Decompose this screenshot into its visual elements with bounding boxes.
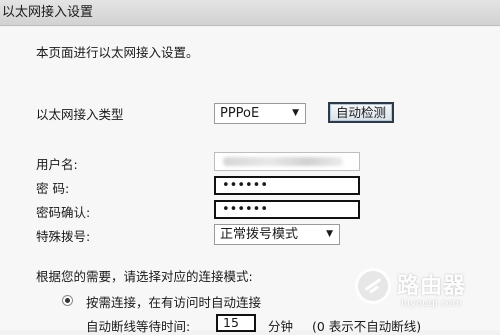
special-dial-value: 正常拨号模式 <box>220 227 299 242</box>
auto-detect-button[interactable]: 自动检测 <box>328 102 394 123</box>
conn-type-value: PPPoE <box>220 106 260 121</box>
password-label: 密 码: <box>36 181 70 196</box>
special-dial-label: 特殊拨号: <box>36 229 91 244</box>
watermark-url: luyouqi.com <box>401 298 463 309</box>
username-input[interactable] <box>214 152 360 171</box>
username-label: 用户名: <box>36 157 78 172</box>
password-confirm-label: 密码确认: <box>36 205 91 220</box>
intro-text: 本页面进行以太网接入设置。 <box>36 45 199 60</box>
password-input[interactable]: •••••• <box>214 176 360 195</box>
special-dial-select[interactable]: 正常拨号模式 ▼ <box>214 224 340 245</box>
chevron-down-icon: ▼ <box>292 108 299 118</box>
mode-prompt: 根据您的需要，请选择对应的连接模式: <box>36 269 253 284</box>
page-header: 以太网接入设置 <box>0 0 500 26</box>
watermark-name: 路由器 <box>397 274 467 299</box>
idle-time-unit: 分钟 <box>268 319 294 334</box>
radio-selected-icon[interactable] <box>62 295 73 306</box>
idle-time-input[interactable]: 15 <box>216 314 256 332</box>
conn-type-select[interactable]: PPPoE ▼ <box>214 103 306 124</box>
password-confirm-input[interactable]: •••••• <box>214 200 360 219</box>
chevron-down-icon: ▼ <box>326 229 333 239</box>
conn-type-label: 以太网接入类型 <box>36 107 124 122</box>
router-logo-icon <box>355 268 391 304</box>
idle-time-label: 自动断线等待时间: <box>86 319 191 334</box>
username-redacted <box>223 157 343 166</box>
page-title: 以太网接入设置 <box>2 5 94 20</box>
on-demand-label: 按需连接，在有访问时自动连接 <box>86 295 262 310</box>
watermark: 路由器 luyouqi.com <box>355 264 495 324</box>
